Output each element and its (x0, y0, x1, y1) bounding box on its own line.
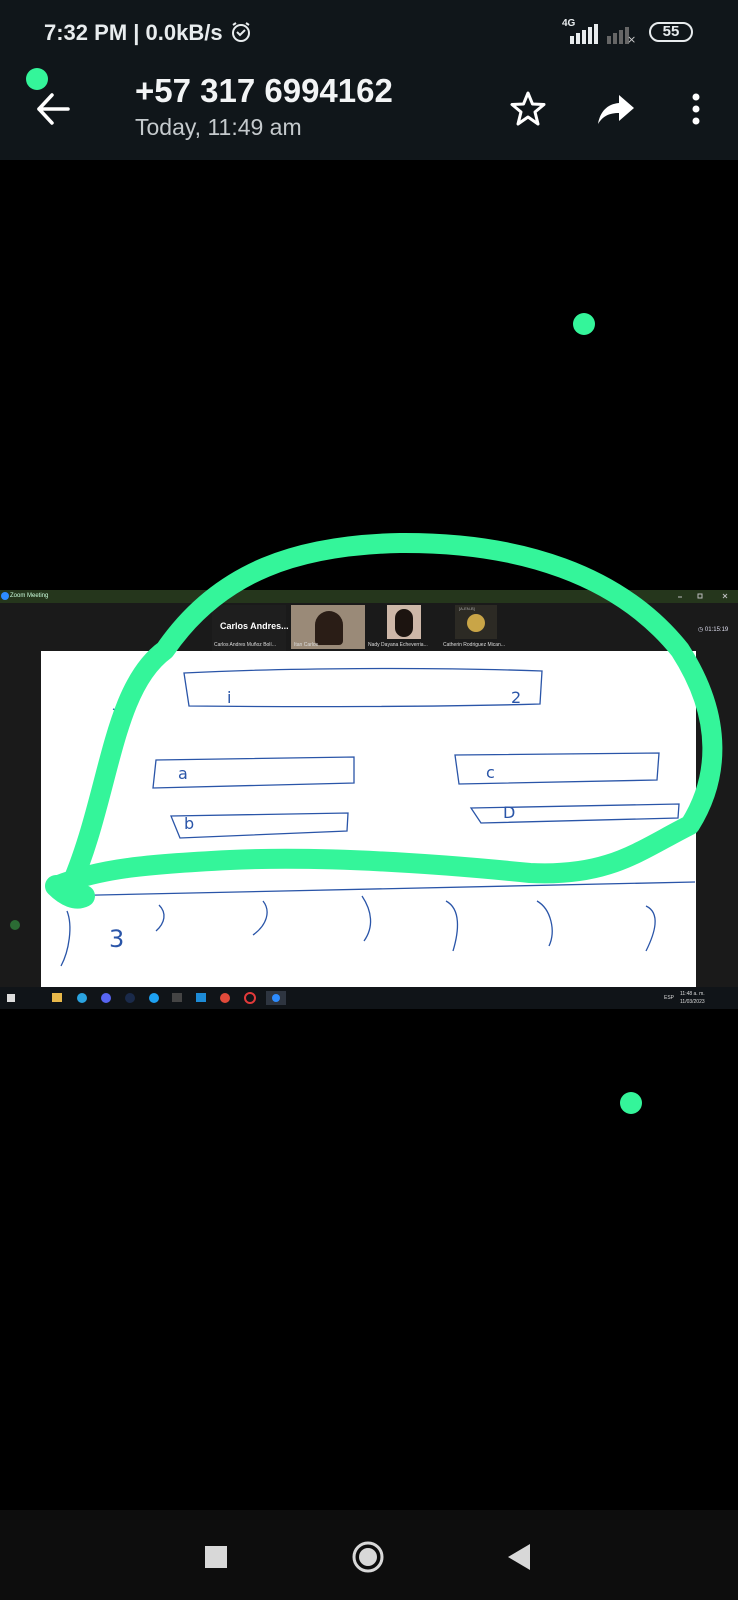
back-nav-button[interactable] (508, 1544, 532, 1570)
taskbar-apps (7, 991, 286, 1005)
status-time: 7:32 PM | 0.0kB/s (44, 20, 223, 45)
whiteboard-mark: D (503, 803, 515, 822)
recents-button[interactable] (205, 1546, 227, 1568)
annotate-pen-icon[interactable] (10, 920, 20, 930)
whiteboard-mark: c (486, 763, 495, 782)
svg-text:×: × (627, 33, 636, 44)
participant-gallery: Carlos Andres... Carlos Andres Muñoz Bol… (212, 605, 524, 651)
participant-name: Itan Carlos (294, 642, 319, 648)
navigation-bar (0, 1510, 738, 1600)
green-dot (573, 313, 595, 335)
participant-name: Catherin Rodriguez Mican... (443, 642, 505, 648)
home-button[interactable] (351, 1540, 385, 1574)
active-speaker-name: Carlos Andres... (220, 621, 289, 631)
whiteboard-drawing: i 2 a c b D 3 (52, 667, 696, 967)
forward-icon[interactable] (593, 86, 639, 132)
alarm-icon (232, 22, 250, 42)
windows-taskbar: ESP 11:48 a. m. 11/03/2023 (0, 987, 738, 1009)
meeting-timer: ◷ 01:15:19 (698, 627, 729, 633)
taskbar-language: ESP (664, 995, 675, 1001)
participant-name: Carlos Andres Muñoz Bolí... (214, 642, 276, 648)
more-options-icon[interactable] (673, 86, 719, 132)
signal-icon (570, 24, 598, 44)
message-date: Today, 11:49 am (135, 114, 302, 140)
green-dot (620, 1092, 642, 1114)
zoom-icon (1, 592, 9, 600)
battery-indicator: 55 (649, 22, 693, 42)
participant-avatar: [A-EN-B] (455, 605, 497, 639)
back-button[interactable] (30, 86, 76, 132)
signal-no-service-icon: × (607, 27, 636, 44)
zoom-titlebar: Zoom Meeting (0, 590, 738, 603)
participant-name: Nady Dayana Echeverria... (368, 642, 428, 648)
star-icon[interactable] (505, 86, 551, 132)
whiteboard-mark: b (184, 814, 194, 833)
contact-number: +57 317 6994162 (135, 72, 393, 109)
whiteboard-mark: 2 (511, 688, 521, 707)
whiteboard-mark: 3 (109, 925, 124, 953)
taskbar-clock: 11:48 a. m. 11/03/2023 (680, 991, 705, 1005)
shared-image[interactable]: Zoom Meeting Carlos Andres... Carlos And… (0, 590, 738, 1009)
whiteboard-mark: i (227, 688, 231, 707)
whiteboard: i 2 a c b D 3 (41, 651, 696, 987)
whiteboard-mark: a (178, 764, 188, 783)
window-controls (678, 593, 728, 599)
participant-video (387, 605, 421, 639)
zoom-window-title: Zoom Meeting (10, 593, 49, 599)
status-bar: 7:32 PM | 0.0kB/s 4G × 55 (0, 0, 738, 62)
app-bar: +57 317 6994162 Today, 11:49 am (0, 62, 738, 160)
